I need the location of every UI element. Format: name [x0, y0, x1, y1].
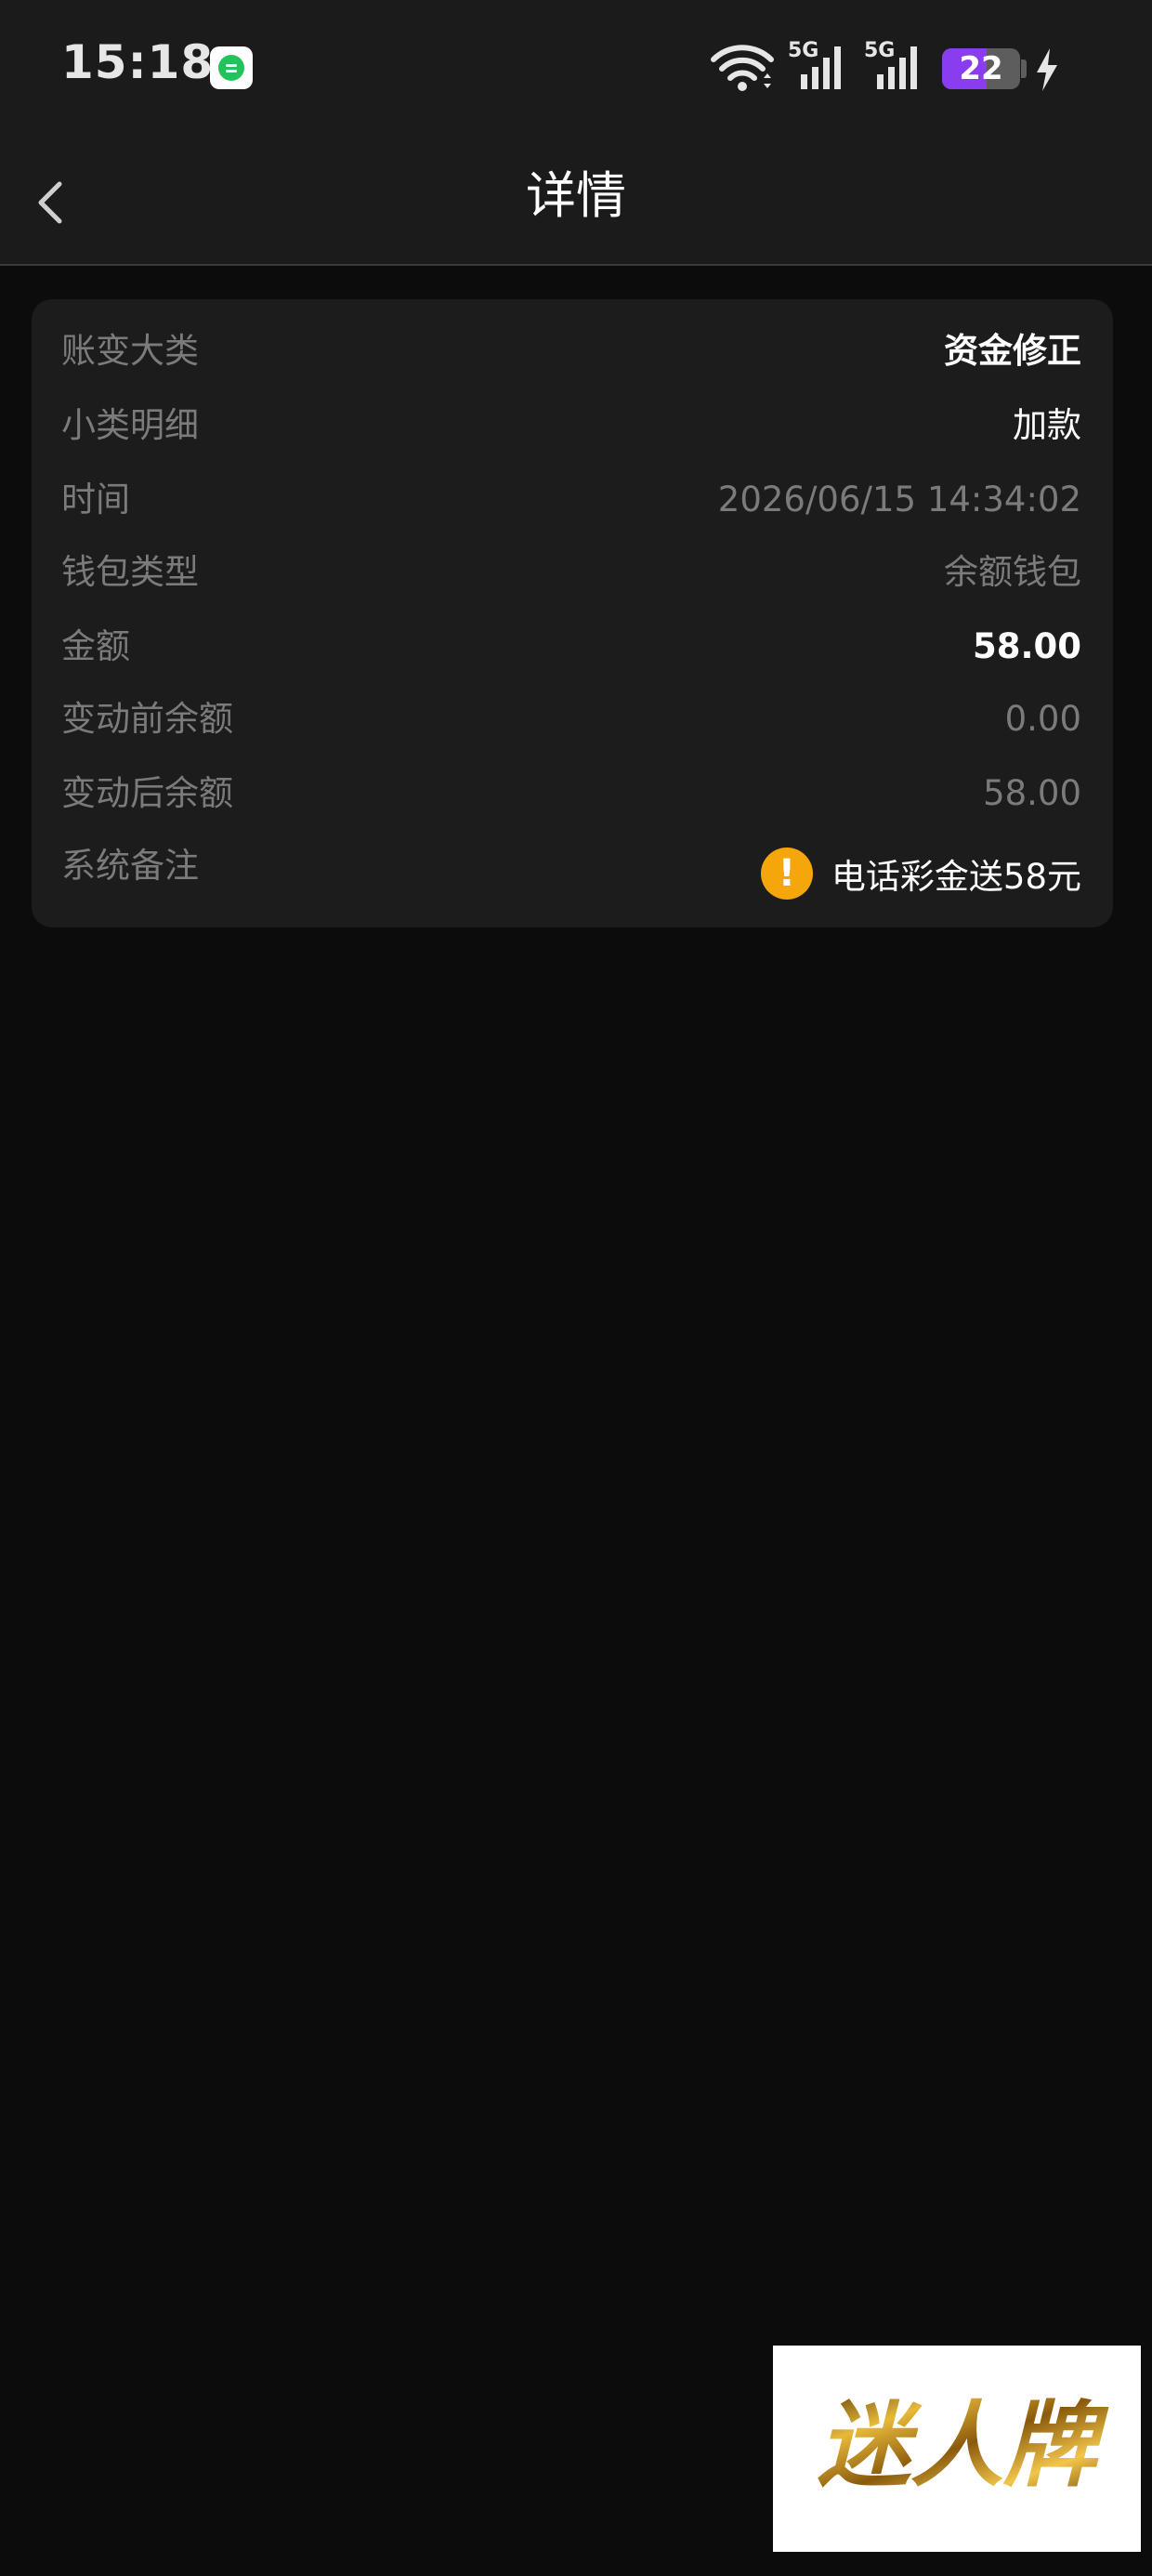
detail-label: 账变大类	[61, 331, 199, 371]
nav-header: 详情	[0, 139, 1152, 266]
detail-row-balance-before: 变动前余额 0.00	[32, 682, 1113, 756]
detail-row-time: 时间 2026/06/15 14:34:02	[32, 463, 1113, 537]
battery-icon: 22	[942, 48, 1020, 89]
detail-label: 金额	[61, 626, 130, 666]
detail-label: 小类明细	[61, 405, 199, 445]
remark-text: 电话彩金送58元	[831, 857, 1081, 897]
message-app-icon	[210, 46, 253, 89]
detail-label: 时间	[61, 480, 130, 519]
status-bar: 15:18 5G 5G 22	[0, 0, 1152, 139]
detail-label: 系统备注	[61, 846, 199, 886]
wifi-icon	[711, 45, 774, 91]
battery-level: 22	[959, 50, 1003, 87]
detail-value: 58.00	[983, 773, 1081, 813]
detail-label: 变动前余额	[61, 699, 233, 739]
detail-value: 0.00	[1004, 699, 1081, 739]
detail-row-balance-after: 变动后余额 58.00	[32, 756, 1113, 831]
detail-value: 余额钱包	[944, 552, 1081, 592]
status-time: 15:18	[61, 35, 215, 89]
detail-row-amount: 金额 58.00	[32, 610, 1113, 684]
detail-row-wallet-type: 钱包类型 余额钱包	[32, 535, 1113, 610]
watermark-logo-image: 迷人牌	[818, 2391, 1109, 2500]
detail-value: 加款	[1013, 405, 1081, 445]
detail-value: 2026/06/15 14:34:02	[717, 480, 1081, 519]
detail-row-system-remark: 系统备注 ! 电话彩金送58元	[32, 829, 1113, 918]
charging-icon	[1037, 48, 1057, 91]
detail-label: 钱包类型	[61, 552, 199, 592]
detail-row-category: 账变大类 资金修正	[32, 314, 1113, 388]
detail-row-subcategory: 小类明细 加款	[32, 388, 1113, 463]
transaction-detail-card: 账变大类 资金修正 小类明细 加款 时间 2026/06/15 14:34:02…	[32, 299, 1113, 927]
detail-value: 资金修正	[944, 331, 1081, 371]
page-title: 详情	[526, 166, 626, 225]
back-button[interactable]	[19, 165, 84, 236]
watermark-logo: 迷人牌	[773, 2346, 1141, 2552]
svg-text:迷人牌: 迷人牌	[818, 2391, 1109, 2500]
detail-value: 58.00	[972, 626, 1081, 666]
detail-label: 变动后余额	[61, 773, 233, 813]
remark-value: ! 电话彩金送58元	[760, 829, 1081, 918]
battery-cap	[1021, 59, 1027, 78]
warning-icon: !	[760, 848, 813, 900]
chevron-left-icon	[38, 181, 62, 224]
